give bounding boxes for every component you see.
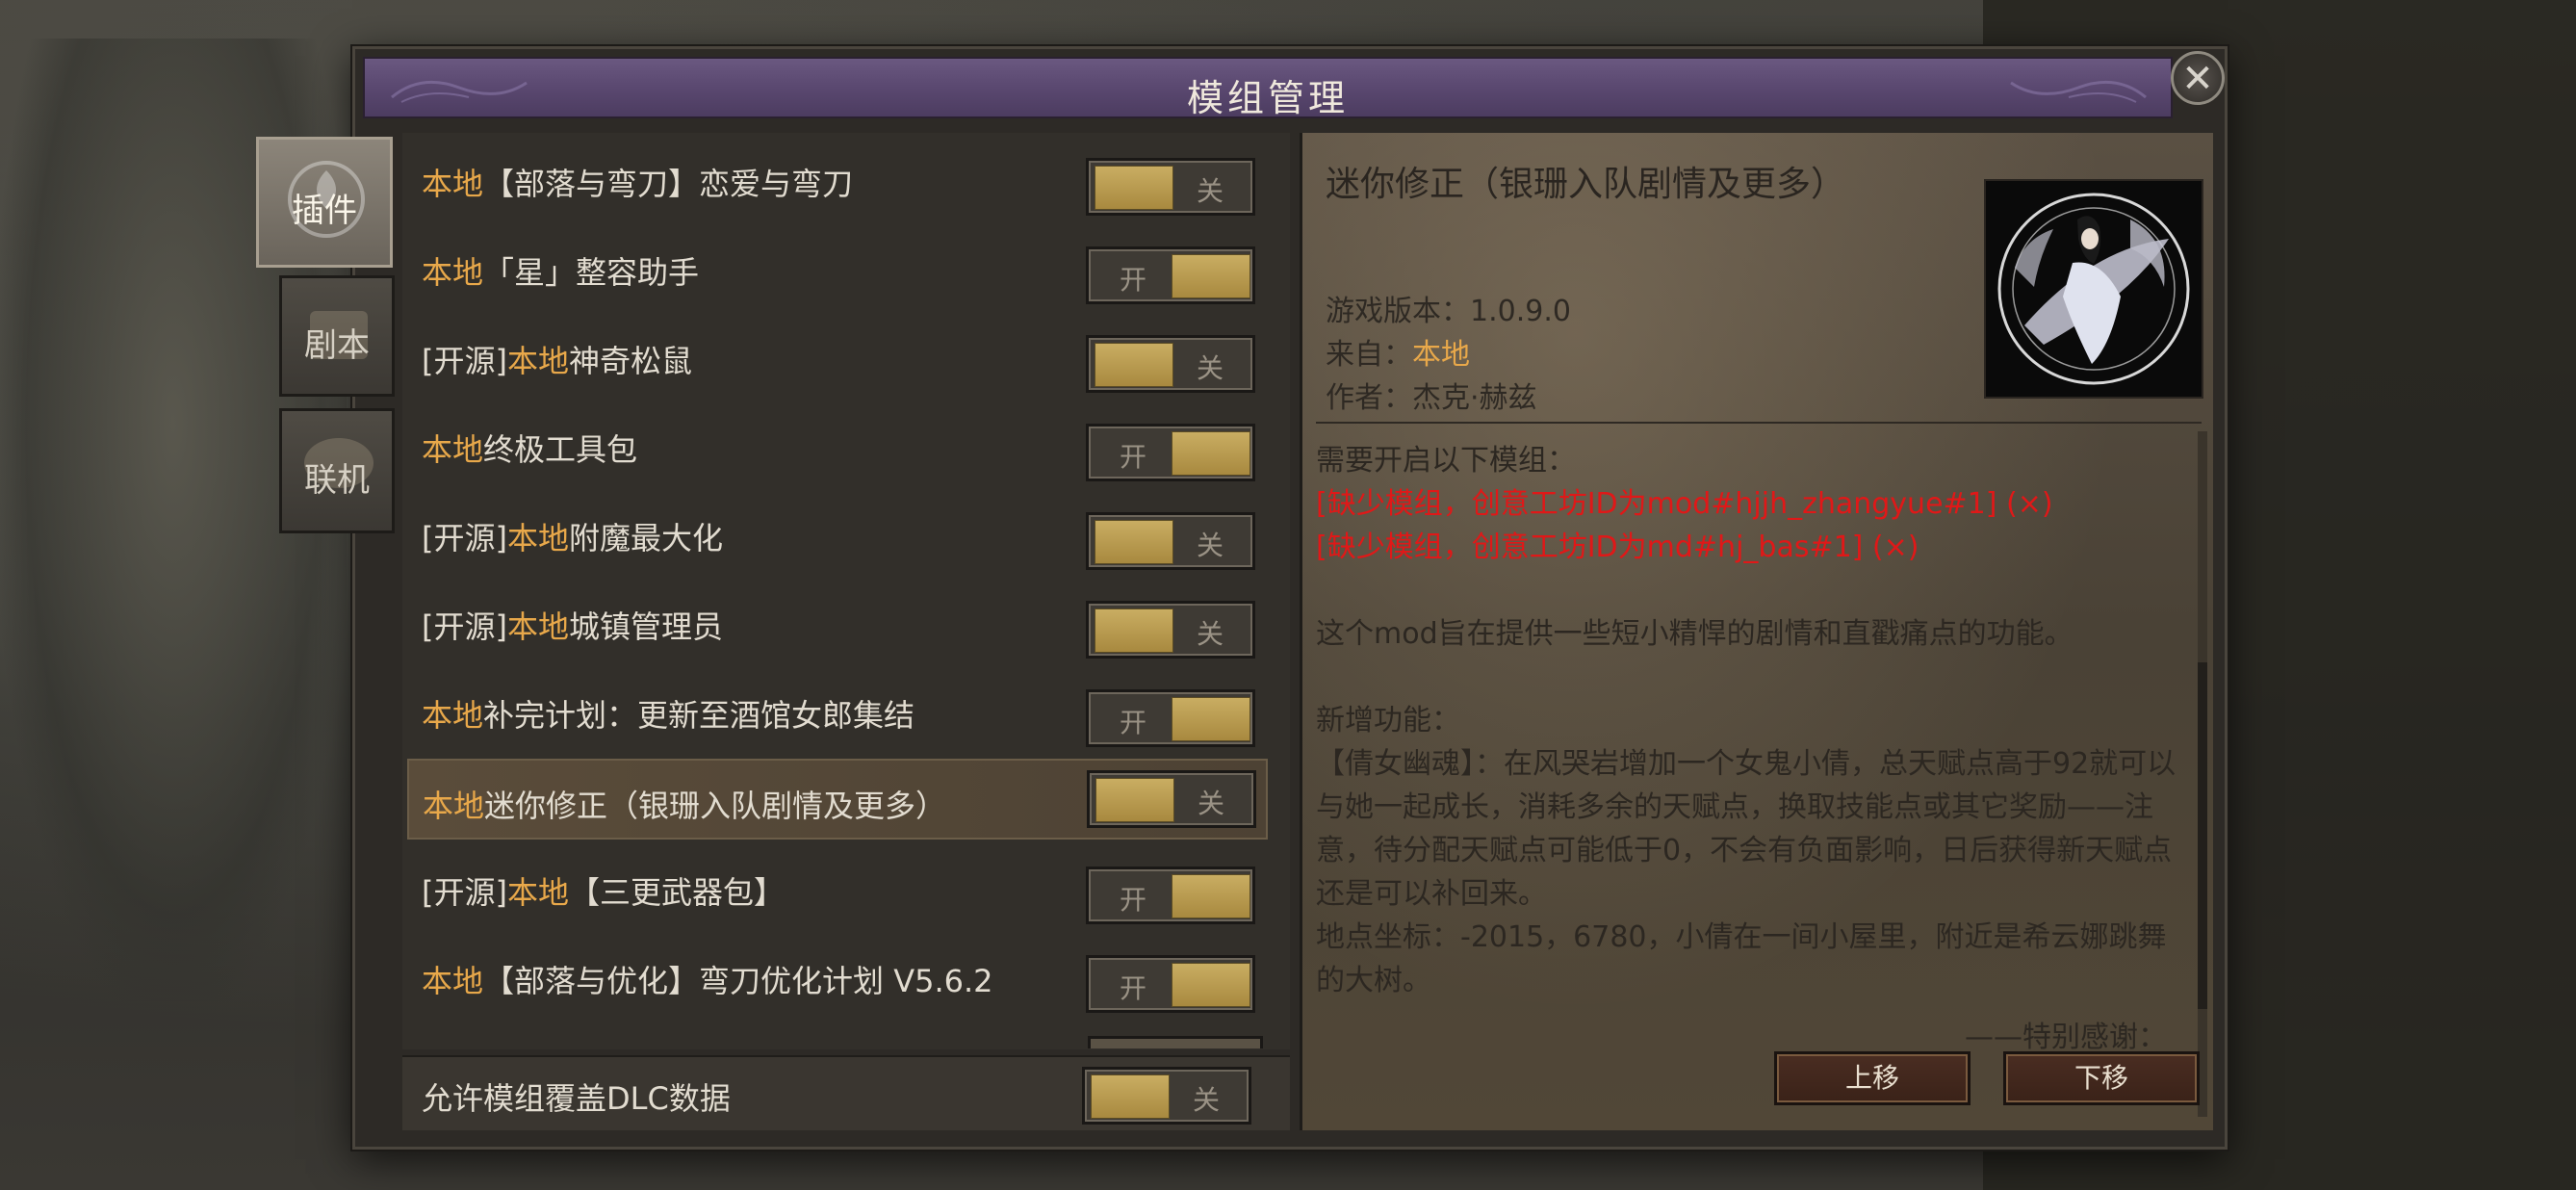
- mod-list: 本地【部落与弯刀】恋爱与弯刀 关 本地「星」整容助手 开 [开源]本地神奇松鼠 …: [402, 133, 1290, 1049]
- mod-row[interactable]: 本地终极工具包 开: [402, 404, 1269, 485]
- mod-detail-panel: 迷你修正（银珊入队剧情及更多） 游戏版本：1.0.9.0 来自：本地 作者：杰克…: [1300, 133, 2213, 1130]
- toggle-label: 开: [1119, 707, 1146, 738]
- special-thanks: ——特别感谢：: [1965, 1021, 2167, 1054]
- mod-name: [开源]本地城镇管理员: [422, 608, 724, 645]
- requires-heading: 需要开启以下模组：: [1316, 444, 1576, 478]
- toggle-label: 关: [1192, 1084, 1220, 1116]
- tab-scripts[interactable]: 剧本: [279, 275, 395, 397]
- mod-toggle[interactable]: 关: [1086, 158, 1255, 216]
- toggle-label: 关: [1196, 175, 1224, 207]
- toggle-knob: [1095, 778, 1174, 822]
- features-heading: 新增功能：: [1316, 704, 1460, 737]
- tab-multiplayer-label: 联机: [304, 461, 370, 500]
- toggle-knob: [1095, 343, 1173, 387]
- toggle-knob: [1091, 1074, 1170, 1119]
- tab-plugins[interactable]: 插件: [256, 137, 393, 268]
- mod-source: 来自：本地: [1326, 338, 1470, 372]
- mod-row[interactable]: 本地【部落与弯刀】恋爱与弯刀 关: [402, 139, 1269, 220]
- mod-avatar-portrait-icon: [1997, 193, 2190, 385]
- mod-avatar: [1984, 179, 2203, 399]
- mod-toggle[interactable]: 开: [1086, 955, 1255, 1013]
- dlc-override-row[interactable]: 允许模组覆盖DLC数据 关: [402, 1055, 1290, 1130]
- scrollbar-thumb[interactable]: [2198, 662, 2207, 1009]
- mod-toggle[interactable]: 关: [1086, 601, 1255, 659]
- mod-row[interactable]: 本地【部落与优化】弯刀优化计划 V5.6.2 开: [402, 936, 1269, 1017]
- mod-row[interactable]: [开源]本地城镇管理员 关: [402, 582, 1269, 662]
- mod-name: [开源]本地附魔最大化: [422, 520, 724, 556]
- title-bar: 模组管理: [363, 57, 2173, 119]
- mod-toggle[interactable]: 关: [1086, 512, 1255, 570]
- tab-multiplayer[interactable]: 联机: [279, 408, 395, 533]
- dlc-override-label: 允许模组覆盖DLC数据: [422, 1080, 731, 1117]
- mod-name: 本地「星」整容助手: [422, 254, 700, 291]
- next-toggle-partial: [1088, 1036, 1263, 1048]
- mod-row[interactable]: [开源]本地【三更武器包】 开: [402, 847, 1269, 928]
- toggle-label: 关: [1197, 788, 1224, 819]
- move-down-button[interactable]: 下移: [2003, 1051, 2200, 1105]
- window-title: 模组管理: [1186, 77, 1349, 119]
- mod-toggle[interactable]: 开: [1086, 689, 1255, 747]
- mod-detail-title: 迷你修正（银珊入队剧情及更多）: [1326, 165, 1846, 204]
- toggle-label: 开: [1119, 441, 1146, 473]
- move-up-button[interactable]: 上移: [1774, 1051, 1971, 1105]
- mod-toggle[interactable]: 关: [1086, 335, 1255, 393]
- mod-name: 本地【部落与优化】弯刀优化计划 V5.6.2: [422, 963, 993, 999]
- game-version: 游戏版本：1.0.9.0: [1326, 295, 1571, 328]
- mod-name: [开源]本地【三更武器包】: [422, 874, 786, 911]
- toggle-knob: [1172, 874, 1250, 918]
- mod-name: 本地迷你修正（银珊入队剧情及更多）: [423, 788, 947, 824]
- mod-row[interactable]: [开源]本地神奇松鼠 关: [402, 316, 1269, 397]
- toggle-knob: [1172, 431, 1250, 476]
- dlc-override-toggle[interactable]: 关: [1082, 1067, 1251, 1125]
- mod-name: 本地【部落与弯刀】恋爱与弯刀: [422, 166, 854, 202]
- detail-scrollbar[interactable]: [2198, 431, 2207, 1117]
- location-text: 地点坐标：-2015，6780，小倩在一间小屋里，附近是希云娜跳舞的大树。: [1316, 920, 2167, 997]
- mod-name: 本地终极工具包: [422, 431, 638, 468]
- toggle-knob: [1172, 963, 1250, 1007]
- mod-toggle[interactable]: 开: [1086, 867, 1255, 924]
- close-button[interactable]: ✕: [2171, 51, 2225, 105]
- toggle-label: 关: [1196, 352, 1224, 384]
- toggle-label: 关: [1196, 618, 1224, 650]
- missing-mod-link[interactable]: [缺少模组，创意工坊ID为md#hj_bas#1] (×): [1316, 526, 2182, 569]
- mod-description: 需要开启以下模组： [缺少模组，创意工坊ID为mod#hjjh_zhangyue…: [1316, 439, 2182, 1002]
- tab-scripts-label: 剧本: [304, 326, 370, 365]
- toggle-knob: [1172, 254, 1250, 298]
- toggle-label: 开: [1119, 972, 1146, 1004]
- toggle-knob: [1095, 520, 1173, 564]
- mod-name: [开源]本地神奇松鼠: [422, 343, 693, 379]
- tab-plugins-label: 插件: [292, 192, 357, 230]
- mod-intro: 这个mod旨在提供一些短小精悍的剧情和直戳痛点的功能。: [1316, 617, 2074, 651]
- mod-toggle[interactable]: 开: [1086, 424, 1255, 481]
- mod-row[interactable]: 本地补完计划：更新至酒馆女郎集结 开: [402, 670, 1269, 751]
- feature-text: 【倩女幽魂】：在风哭岩增加一个女鬼小倩，总天赋点高于92就可以与她一起成长，消耗…: [1316, 747, 2177, 911]
- toggle-knob: [1095, 166, 1173, 210]
- detail-divider: [1316, 422, 2202, 424]
- mod-author: 作者：杰克·赫兹: [1326, 381, 1537, 415]
- mod-row[interactable]: [开源]本地附魔最大化 关: [402, 493, 1269, 574]
- mod-toggle[interactable]: 关: [1087, 770, 1256, 828]
- right-ornament-icon: [2010, 80, 2147, 103]
- mod-name: 本地补完计划：更新至酒馆女郎集结: [422, 697, 915, 734]
- mod-toggle[interactable]: 开: [1086, 246, 1255, 304]
- toggle-label: 开: [1119, 264, 1146, 296]
- mod-row[interactable]: 本地「星」整容助手 开: [402, 227, 1269, 308]
- toggle-knob: [1095, 608, 1173, 653]
- toggle-label: 关: [1196, 530, 1224, 561]
- toggle-label: 开: [1119, 884, 1146, 916]
- missing-mod-link[interactable]: [缺少模组，创意工坊ID为mod#hjjh_zhangyue#1] (×): [1316, 482, 2182, 526]
- mod-row-selected[interactable]: 本地迷你修正（银珊入队剧情及更多） 关: [407, 759, 1268, 840]
- toggle-knob: [1172, 697, 1250, 741]
